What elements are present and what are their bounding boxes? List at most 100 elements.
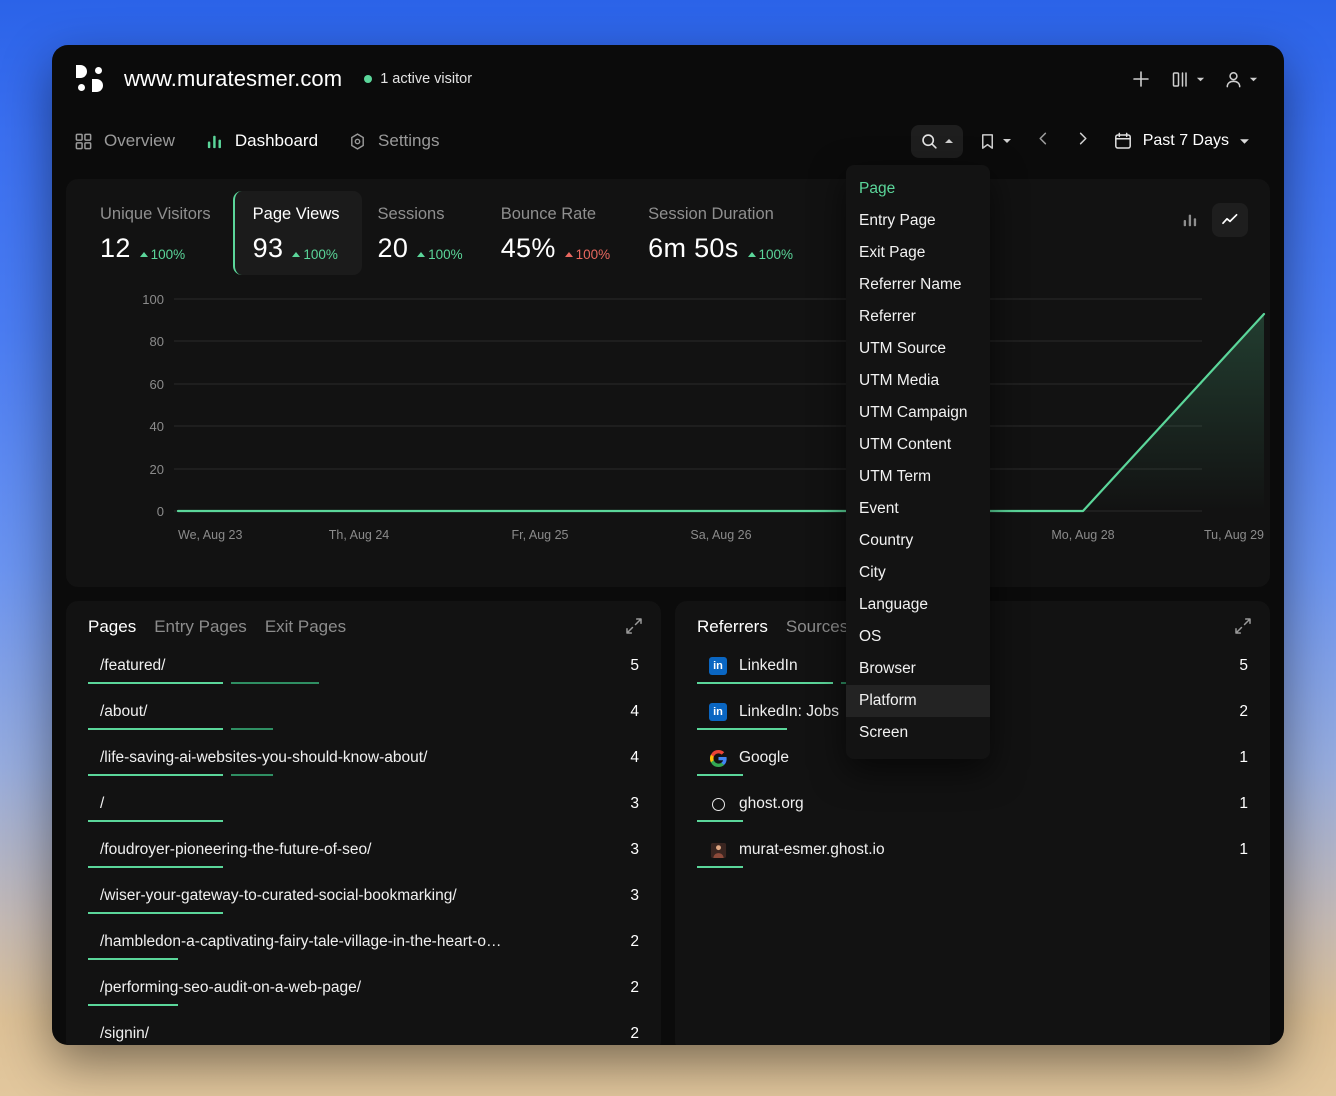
caret-down-icon <box>1240 138 1249 144</box>
dropdown-item-browser[interactable]: Browser <box>846 653 990 685</box>
calendar-icon <box>1114 132 1131 149</box>
dropdown-item-entry-page[interactable]: Entry Page <box>846 205 990 237</box>
dropdown-item-referrer-name[interactable]: Referrer Name <box>846 269 990 301</box>
table-row[interactable]: /about/ 4 <box>88 693 639 739</box>
tab-pages[interactable]: Pages <box>88 617 136 637</box>
dropdown-item-utm-source[interactable]: UTM Source <box>846 333 990 365</box>
tab-referrers[interactable]: Referrers <box>697 617 768 637</box>
search-button[interactable] <box>910 124 963 158</box>
user-account-button[interactable] <box>1223 69 1258 90</box>
dropdown-item-country[interactable]: Country <box>846 525 990 557</box>
bookmark-icon <box>981 133 993 149</box>
list-item[interactable]: ghost.org 1 <box>697 785 1248 831</box>
row-label: ghost.org <box>739 795 804 812</box>
date-range-selector[interactable]: Past 7 Days <box>1105 125 1258 157</box>
metric-session-duration[interactable]: Session Duration 6m 50s 100% <box>632 191 815 275</box>
chart-type-bar-button[interactable] <box>1172 203 1208 237</box>
circle-icon <box>709 795 727 813</box>
title-bar-actions <box>1130 68 1258 90</box>
bookmark-button[interactable] <box>969 125 1021 158</box>
x-tick-3: Sa, Aug 26 <box>690 528 751 542</box>
row-count: 2 <box>630 933 639 950</box>
tab-sources[interactable]: Sources <box>786 617 848 637</box>
triangle-up-icon <box>292 252 301 257</box>
tab-entry-pages[interactable]: Entry Pages <box>154 617 247 637</box>
triangle-up-icon <box>417 252 426 257</box>
dropdown-item-utm-content[interactable]: UTM Content <box>846 429 990 461</box>
dropdown-item-utm-media[interactable]: UTM Media <box>846 365 990 397</box>
row-label: /wiser-your-gateway-to-curated-social-bo… <box>100 887 457 904</box>
list-item[interactable]: murat-esmer.ghost.io 1 <box>697 831 1248 877</box>
row-count: 2 <box>1239 703 1248 720</box>
expand-arrows-icon[interactable] <box>625 617 643 640</box>
google-icon <box>709 749 727 767</box>
metric-page-views[interactable]: Page Views 93 100% <box>232 191 362 275</box>
metric-delta: 100% <box>564 247 610 262</box>
expand-arrows-icon[interactable] <box>1234 617 1252 640</box>
nav-label-overview: Overview <box>104 131 175 150</box>
dropdown-item-page[interactable]: Page <box>846 173 990 205</box>
table-row[interactable]: /hambledon-a-captivating-fairy-tale-vill… <box>88 923 639 969</box>
metric-delta-label: 100% <box>428 247 463 262</box>
table-row[interactable]: /featured/ 5 <box>88 647 639 693</box>
dropdown-item-platform[interactable]: Platform <box>846 685 990 717</box>
dropdown-item-utm-term[interactable]: UTM Term <box>846 461 990 493</box>
y-tick-20: 20 <box>150 462 164 477</box>
row-label: /life-saving-ai-websites-you-should-know… <box>100 749 428 766</box>
chart-type-line-button[interactable] <box>1212 203 1248 237</box>
dropdown-item-language[interactable]: Language <box>846 589 990 621</box>
app-window: www.muratesmer.com 1 active visitor Over… <box>52 45 1284 1045</box>
table-row[interactable]: /performing-seo-audit-on-a-web-page/ 2 <box>88 969 639 1015</box>
table-row[interactable]: /signin/ 2 <box>88 1015 639 1045</box>
plus-icon[interactable] <box>1130 68 1152 90</box>
metric-value: 45% <box>500 233 556 263</box>
triangle-up-icon <box>747 252 756 257</box>
page-views-line-chart: 100 80 60 40 20 0 We, Aug 23 Th, Aug 24 … <box>66 277 1270 577</box>
dropdown-item-exit-page[interactable]: Exit Page <box>846 237 990 269</box>
nav-actions: Past 7 Days <box>910 124 1258 158</box>
row-count: 3 <box>630 887 639 904</box>
date-range-label: Past 7 Days <box>1142 132 1229 149</box>
table-row[interactable]: /wiser-your-gateway-to-curated-social-bo… <box>88 877 639 923</box>
dropdown-item-utm-campaign[interactable]: UTM Campaign <box>846 397 990 429</box>
nav-item-dashboard[interactable]: Dashboard <box>205 131 318 151</box>
row-count: 4 <box>630 749 639 766</box>
dropdown-item-referrer[interactable]: Referrer <box>846 301 990 333</box>
row-label: /foudroyer-pioneering-the-future-of-seo/ <box>100 841 372 858</box>
bar-chart-icon <box>1183 214 1197 227</box>
metric-delta-label: 100% <box>303 247 338 262</box>
title-bar: www.muratesmer.com 1 active visitor <box>52 45 1284 113</box>
row-count: 1 <box>1239 841 1248 858</box>
x-tick-5: Mo, Aug 28 <box>1051 528 1114 542</box>
next-period-button[interactable] <box>1066 124 1099 158</box>
nav-label-dashboard: Dashboard <box>234 131 319 150</box>
dropdown-item-os[interactable]: OS <box>846 621 990 653</box>
metric-unique-visitors[interactable]: Unique Visitors 12 100% <box>84 191 233 275</box>
table-row[interactable]: /foudroyer-pioneering-the-future-of-seo/… <box>88 831 639 877</box>
row-count: 3 <box>630 795 639 812</box>
metric-value: 6m 50s <box>648 233 739 263</box>
dropdown-item-screen[interactable]: Screen <box>846 717 990 749</box>
table-row[interactable]: /life-saving-ai-websites-you-should-know… <box>88 739 639 785</box>
nav-item-overview[interactable]: Overview <box>74 131 175 151</box>
bottom-panels: Pages Entry Pages Exit Pages /featured/ … <box>66 601 1270 1045</box>
grid-icon <box>75 133 92 149</box>
row-label: /featured/ <box>100 657 166 674</box>
layout-columns-button[interactable] <box>1170 69 1205 90</box>
metric-bounce-rate[interactable]: Bounce Rate 45% 100% <box>485 191 632 275</box>
table-row[interactable]: / 3 <box>88 785 639 831</box>
tab-exit-pages[interactable]: Exit Pages <box>265 617 346 637</box>
x-tick-0: We, Aug 23 <box>178 528 242 542</box>
dimension-dropdown-menu: Page Entry Page Exit Page Referrer Name … <box>846 165 990 759</box>
bar-chart-icon <box>207 135 221 148</box>
site-title: www.muratesmer.com <box>124 66 343 91</box>
prev-period-button[interactable] <box>1027 124 1060 158</box>
row-label: murat-esmer.ghost.io <box>739 841 885 858</box>
metric-label: Sessions <box>377 205 445 223</box>
nav-item-settings[interactable]: Settings <box>348 131 439 151</box>
metric-label: Page Views <box>252 205 340 223</box>
dropdown-item-city[interactable]: City <box>846 557 990 589</box>
metric-sessions[interactable]: Sessions 20 100% <box>362 191 485 275</box>
dropdown-item-event[interactable]: Event <box>846 493 990 525</box>
row-label: /signin/ <box>100 1025 150 1042</box>
